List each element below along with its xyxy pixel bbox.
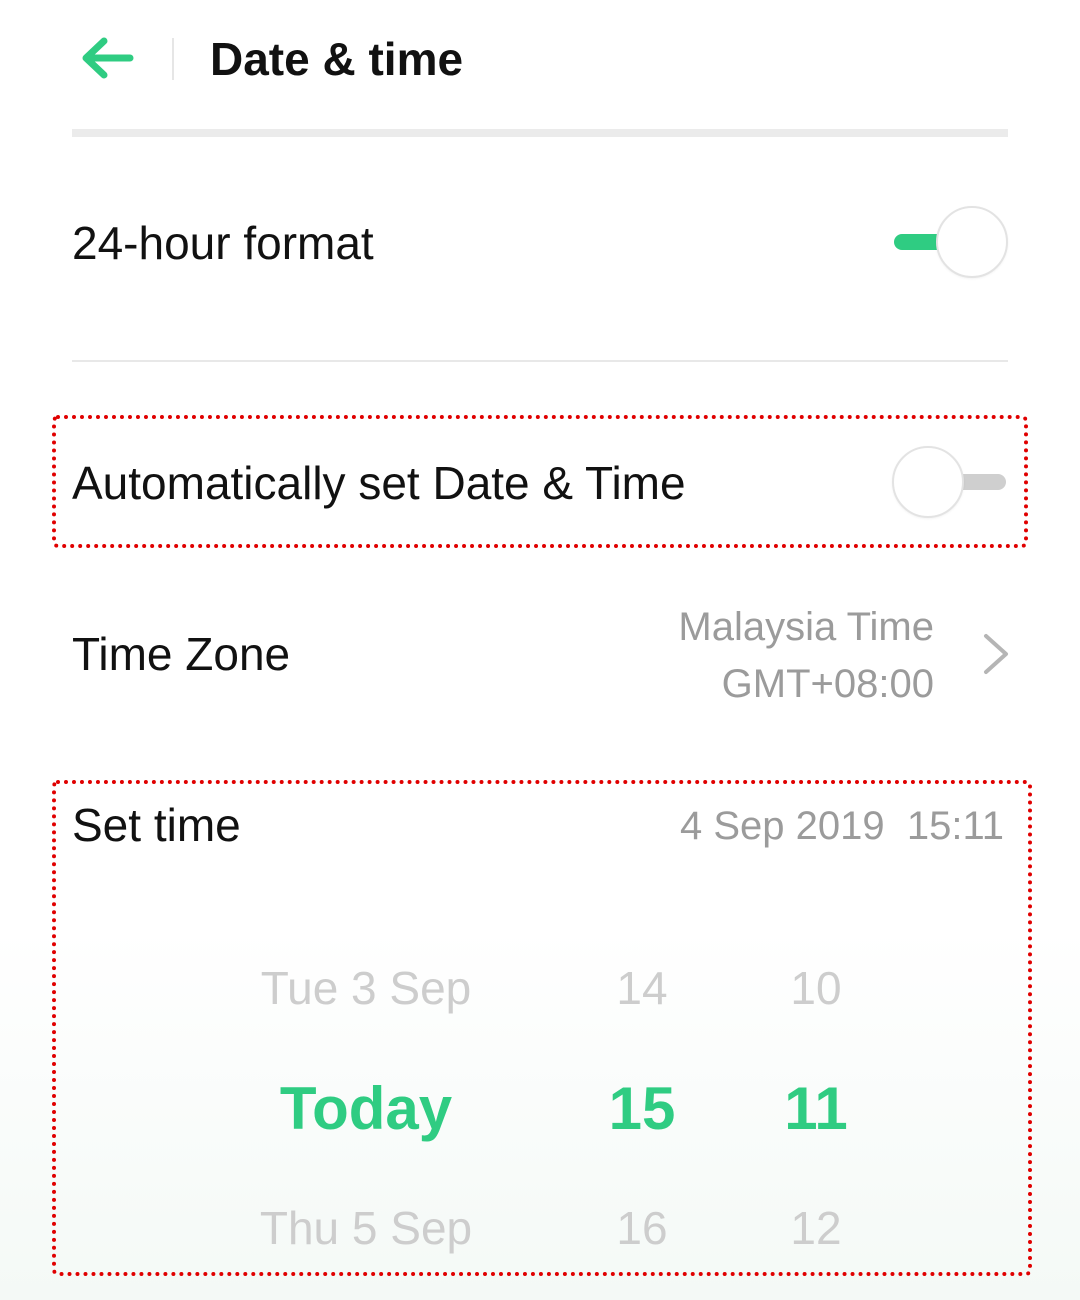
auto-date-time-toggle[interactable] xyxy=(892,446,1008,518)
minute-selected-option[interactable]: 11 xyxy=(784,1074,847,1143)
minute-prev-option[interactable]: 10 xyxy=(790,961,841,1015)
page-title: Date & time xyxy=(210,33,464,85)
set-time-highlight xyxy=(52,780,1032,1276)
time-zone-label: Time Zone xyxy=(72,628,291,680)
header-divider xyxy=(72,129,1008,137)
hour-format-toggle[interactable] xyxy=(892,206,1008,278)
hour-selected-option[interactable]: 15 xyxy=(609,1074,676,1143)
row-divider xyxy=(72,360,1008,362)
minute-next-option[interactable]: 12 xyxy=(790,1201,841,1255)
time-zone-offset: GMT+08:00 xyxy=(721,662,934,706)
toggle-knob xyxy=(936,206,1008,278)
date-next-option[interactable]: Thu 5 Sep xyxy=(260,1201,472,1255)
date-prev-option[interactable]: Tue 3 Sep xyxy=(261,961,472,1015)
auto-date-time-label: Automatically set Date & Time xyxy=(72,457,686,509)
set-time-label: Set time xyxy=(72,799,241,851)
header-separator xyxy=(172,38,174,80)
chevron-right-icon[interactable] xyxy=(980,630,1012,678)
hour-prev-option[interactable]: 14 xyxy=(616,961,667,1015)
hour-format-label: 24-hour format xyxy=(72,217,374,269)
set-time-value: 4 Sep 2019 15:11 xyxy=(680,804,1004,848)
time-zone-name: Malaysia Time xyxy=(678,605,934,649)
back-arrow-icon[interactable] xyxy=(78,36,134,80)
hour-next-option[interactable]: 16 xyxy=(616,1201,667,1255)
date-selected-option[interactable]: Today xyxy=(280,1074,452,1143)
toggle-knob xyxy=(892,446,964,518)
